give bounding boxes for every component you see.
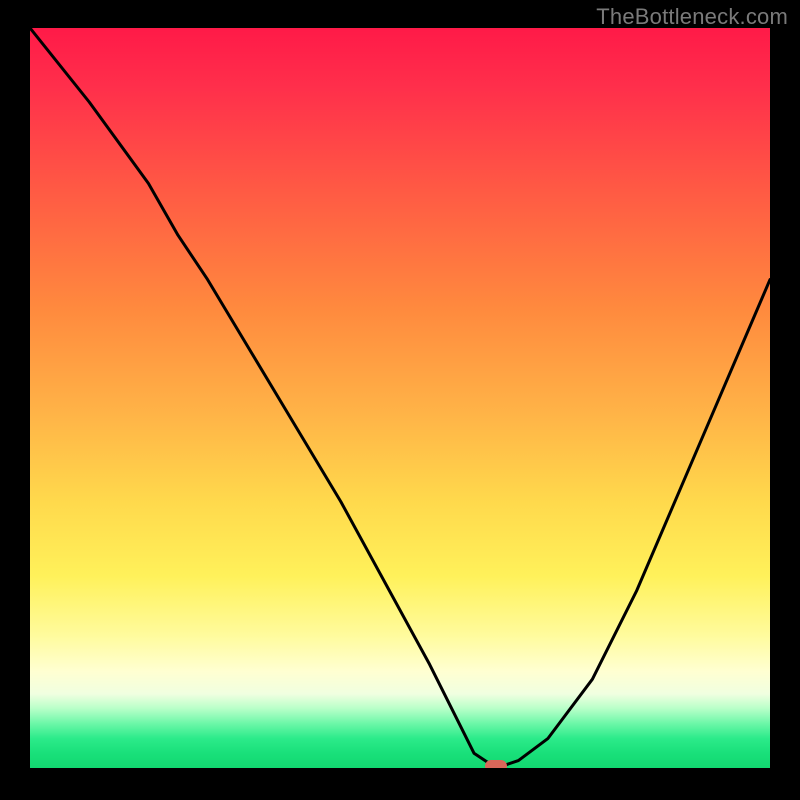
bottleneck-curve xyxy=(30,28,770,768)
optimum-marker xyxy=(485,760,507,768)
chart-frame: TheBottleneck.com xyxy=(0,0,800,800)
curve-path xyxy=(30,28,770,768)
watermark-text: TheBottleneck.com xyxy=(596,4,788,30)
plot-area xyxy=(30,28,770,768)
